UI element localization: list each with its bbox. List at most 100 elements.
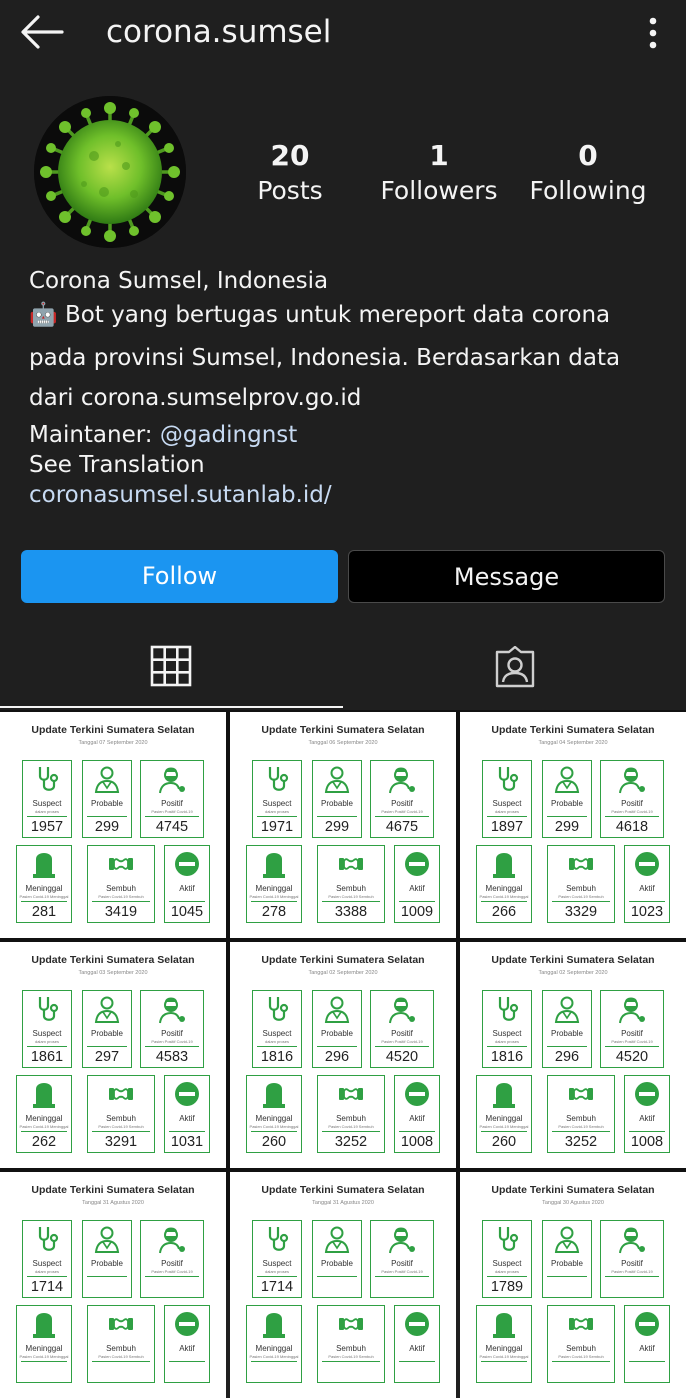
stat-card-value: 281	[21, 901, 67, 922]
stat-card-label: Suspect	[492, 1029, 522, 1038]
stat-card-label: Aktif	[409, 1344, 425, 1353]
stat-card-value: 1897	[487, 816, 527, 837]
stat-card-label: Suspect	[262, 1259, 292, 1268]
posts-count[interactable]: 20 Posts	[240, 138, 340, 208]
followers-count-label: Followers	[380, 176, 498, 205]
stat-card-icon	[548, 1309, 614, 1343]
stat-card-suspect: Suspect dalam proses 1957	[22, 760, 72, 838]
stat-card-label: Meninggal	[485, 884, 523, 893]
stat-card-icon	[318, 1309, 384, 1343]
followers-count[interactable]: 1 Followers	[378, 138, 500, 208]
stat-card-value: 4520	[605, 1046, 659, 1067]
stat-card-label: Meninggal	[255, 1114, 293, 1123]
stat-card-label: Positif	[391, 799, 413, 808]
stat-card-label: Suspect	[32, 799, 62, 808]
stat-card-icon	[543, 994, 591, 1028]
stat-card-value	[375, 1276, 429, 1277]
stat-card-sublabel: Pasien Covid-19 Meninggal	[19, 1124, 69, 1129]
post-thumbnail[interactable]: Update Terkini Sumatera Selatan Tanggal 3…	[230, 1172, 456, 1398]
maintainer-handle-link[interactable]: @gadingnst	[160, 422, 297, 448]
stat-card-aktif: Aktif 1009	[394, 845, 440, 923]
post-thumbnail[interactable]: Update Terkini Sumatera Selatan Tanggal 0…	[0, 942, 226, 1168]
stat-card-icon	[395, 1309, 439, 1343]
website-link[interactable]: coronasumsel.sutanlab.id/	[29, 480, 669, 510]
stat-card-value: 262	[21, 1131, 67, 1152]
stat-card-icon	[17, 849, 71, 883]
stat-card-icon	[23, 994, 71, 1028]
post-thumbnail[interactable]: Update Terkini Sumatera Selatan Tanggal 3…	[0, 1172, 226, 1398]
stat-card-meninggal: Meninggal Pasien Covid-19 Meninggal	[16, 1305, 72, 1383]
stat-card-label: Suspect	[32, 1259, 62, 1268]
post-thumbnail[interactable]: Update Terkini Sumatera Selatan Tanggal 0…	[460, 942, 686, 1168]
stat-card-positif: Positif Pasien Positif Covid-19 4675	[370, 760, 434, 838]
stat-card-label: Sembuh	[566, 884, 596, 893]
stat-card-sublabel: Pasien Covid-19 Sembuh	[98, 894, 144, 899]
post-date: Tanggal 30 Agustus 2020	[542, 1200, 604, 1206]
post-thumbnail[interactable]: Update Terkini Sumatera Selatan Tanggal 0…	[230, 942, 456, 1168]
bio-line-2: pada provinsi Sumsel, Indonesia. Berdasa…	[29, 345, 621, 371]
stat-card-value: 260	[251, 1131, 297, 1152]
message-button[interactable]: Message	[348, 550, 665, 603]
post-date: Tanggal 31 Agustus 2020	[312, 1200, 374, 1206]
stat-card-value: 3329	[552, 901, 610, 922]
bio-line-1: 🤖 Bot yang bertugas untuk mereport data …	[29, 302, 611, 328]
stat-card-sembuh: Sembuh Pasien Covid-19 Sembuh	[87, 1305, 155, 1383]
profile-avatar[interactable]	[34, 96, 186, 248]
stat-card-value: 299	[547, 816, 587, 837]
stat-card-icon	[313, 994, 361, 1028]
stat-card-aktif: Aktif	[394, 1305, 440, 1383]
follow-button[interactable]: Follow	[21, 550, 338, 603]
stat-card-aktif: Aktif 1008	[624, 1075, 670, 1153]
stat-card-label: Positif	[391, 1259, 413, 1268]
stat-card-value	[605, 1276, 659, 1277]
stat-card-value: 4583	[145, 1046, 199, 1067]
stat-card-sublabel: Pasien Covid-19 Sembuh	[98, 1124, 144, 1129]
following-count[interactable]: 0 Following	[526, 138, 650, 208]
post-thumbnail[interactable]: Update Terkini Sumatera Selatan Tanggal 0…	[230, 712, 456, 938]
post-thumbnail[interactable]: Update Terkini Sumatera Selatan Tanggal 0…	[460, 712, 686, 938]
stat-card-icon	[83, 1224, 131, 1258]
tab-posts-grid[interactable]	[0, 632, 343, 708]
stat-card-sublabel: Pasien Positif Covid-19	[381, 809, 423, 814]
stat-card-suspect: Suspect dalam proses 1861	[22, 990, 72, 1068]
see-translation-link[interactable]: See Translation	[29, 450, 669, 480]
stat-card-label: Meninggal	[25, 884, 63, 893]
more-options-icon[interactable]	[636, 14, 670, 50]
profile-bio: Corona Sumsel, Indonesia 🤖 Bot yang bert…	[29, 266, 669, 510]
stat-card-suspect: Suspect dalam proses 1816	[482, 990, 532, 1068]
stat-card-probable: Probable 297	[82, 990, 132, 1068]
stat-card-value: 1861	[27, 1046, 67, 1067]
stat-card-label: Meninggal	[25, 1344, 63, 1353]
post-title: Update Terkini Sumatera Selatan	[31, 1184, 195, 1196]
stat-card-icon	[371, 994, 433, 1028]
stat-card-sembuh: Sembuh Pasien Covid-19 Sembuh 3388	[317, 845, 385, 923]
stat-card-sublabel: dalam proses	[34, 809, 59, 814]
stat-card-sublabel: Pasien Positif Covid-19	[151, 809, 193, 814]
stat-card-icon	[548, 1079, 614, 1113]
stat-card-label: Sembuh	[566, 1114, 596, 1123]
back-arrow-icon[interactable]	[18, 12, 66, 52]
tab-tagged[interactable]	[343, 632, 686, 708]
stat-card-sublabel: Pasien Covid-19 Meninggal	[19, 894, 69, 899]
stat-card-icon	[477, 1309, 531, 1343]
stat-card-icon	[625, 849, 669, 883]
stat-card-value	[169, 1361, 205, 1362]
stat-card-label: Meninggal	[485, 1114, 523, 1123]
post-thumbnail[interactable]: Update Terkini Sumatera Selatan Tanggal 0…	[0, 712, 226, 938]
stat-card-sublabel: dalam proses	[494, 1039, 519, 1044]
stat-card-icon	[165, 849, 209, 883]
stat-card-value	[145, 1276, 199, 1277]
stat-card-icon	[23, 1224, 71, 1258]
post-thumbnail[interactable]: Update Terkini Sumatera Selatan Tanggal 3…	[460, 1172, 686, 1398]
stat-card-label: Positif	[161, 1029, 183, 1038]
stat-card-sublabel: Pasien Positif Covid-19	[381, 1039, 423, 1044]
stat-card-value: 4675	[375, 816, 429, 837]
stat-card-aktif: Aktif 1023	[624, 845, 670, 923]
stat-card-icon	[23, 764, 71, 798]
stat-card-label: Aktif	[179, 1344, 195, 1353]
stat-card-icon	[543, 764, 591, 798]
stat-card-value: 1023	[629, 901, 665, 922]
stat-card-sublabel: Pasien Covid-19 Sembuh	[328, 894, 374, 899]
stat-card-value	[21, 1361, 67, 1362]
stat-card-positif: Positif Pasien Positif Covid-19	[140, 1220, 204, 1298]
